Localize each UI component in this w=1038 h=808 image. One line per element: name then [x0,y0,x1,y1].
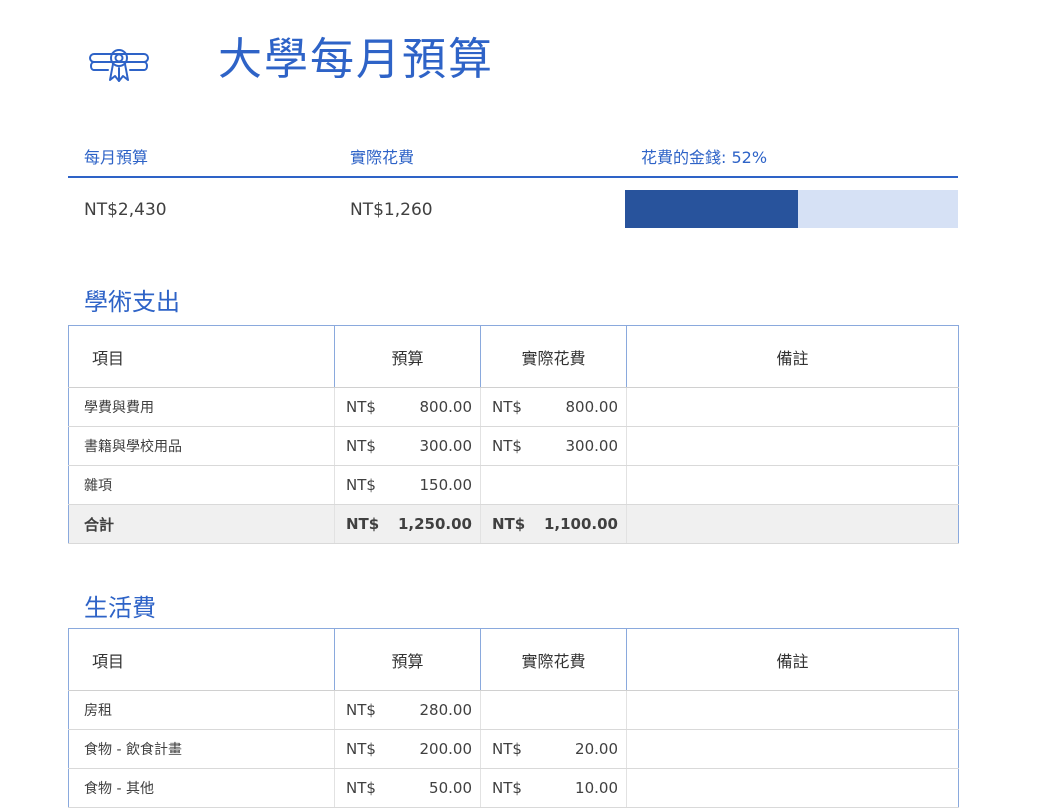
currency-symbol: NT$ [346,437,376,455]
actual-cell[interactable]: NT$ 300.00 [480,426,627,466]
column-header-item[interactable]: 項目 [68,628,335,691]
budget-amount: 800.00 [419,398,473,416]
budget-cell[interactable]: NT$ 50.00 [334,768,481,808]
currency-symbol: NT$ [492,515,526,533]
budget-cell[interactable]: NT$ 280.00 [334,690,481,730]
actual-amount: 800.00 [565,398,619,416]
table-header-row: 項目 預算 實際花費 備註 [68,325,959,388]
budget-amount: 300.00 [419,437,473,455]
currency-symbol: NT$ [492,398,522,416]
budget-amount: 280.00 [419,701,473,719]
spent-progress-fill [625,190,799,228]
actual-cell[interactable] [480,690,627,730]
budget-cell[interactable]: NT$ 150.00 [334,465,481,505]
actual-amount: 300.00 [565,437,619,455]
actual-cell[interactable]: NT$ 800.00 [480,387,627,427]
item-cell[interactable]: 學費與費用 [68,387,335,427]
item-cell[interactable]: 食物 - 飲食計畫 [68,729,335,769]
monthly-budget-value[interactable]: NT$2,430 [84,200,167,220]
item-cell[interactable]: 房租 [68,690,335,730]
budget-total-amount: 1,250.00 [397,515,472,533]
table-row: 食物 - 其他 NT$ 50.00 NT$ 10.00 [68,768,959,808]
currency-symbol: NT$ [492,779,522,797]
spent-percent-label: 花費的金錢: 52% [641,148,768,167]
column-header-notes[interactable]: 備註 [626,628,959,691]
table-row: 房租 NT$ 280.00 [68,690,959,730]
living-table: 項目 預算 實際花費 備註 房租 NT$ 280.00 食物 - 飲食計畫 NT$… [68,628,959,808]
actual-spend-value[interactable]: NT$1,260 [350,200,433,220]
budget-cell[interactable]: NT$ 200.00 [334,729,481,769]
notes-cell[interactable] [626,387,959,427]
actual-amount: 10.00 [575,779,618,797]
spent-progress-bar [625,190,958,228]
actual-cell[interactable]: NT$ 20.00 [480,729,627,769]
budget-amount: 50.00 [429,779,472,797]
notes-cell[interactable] [626,465,959,505]
item-cell[interactable]: 雜項 [68,465,335,505]
table-row: 食物 - 飲食計畫 NT$ 200.00 NT$ 20.00 [68,729,959,769]
currency-symbol: NT$ [492,740,522,758]
budget-cell[interactable]: NT$ 800.00 [334,387,481,427]
monthly-budget-label: 每月預算 [84,148,149,167]
academic-section-title: 學術支出 [84,288,180,316]
table-header-row: 項目 預算 實際花費 備註 [68,628,959,691]
column-header-budget[interactable]: 預算 [334,325,481,388]
academic-table: 項目 預算 實際花費 備註 學費與費用 NT$ 800.00 NT$ 800.00 … [68,325,959,544]
budget-cell[interactable]: NT$ 300.00 [334,426,481,466]
item-cell[interactable]: 書籍與學校用品 [68,426,335,466]
page-title: 大學每月預算 [218,34,494,85]
currency-symbol: NT$ [492,437,522,455]
budget-total-cell[interactable]: NT$ 1,250.00 [334,504,481,544]
notes-cell[interactable] [626,426,959,466]
currency-symbol: NT$ [346,779,376,797]
actual-total-cell[interactable]: NT$ 1,100.00 [480,504,627,544]
notes-cell[interactable] [626,690,959,730]
notes-total-cell[interactable] [626,504,959,544]
actual-spend-label: 實際花費 [350,148,415,167]
column-header-budget[interactable]: 預算 [334,628,481,691]
notes-cell[interactable] [626,729,959,769]
budget-amount: 200.00 [419,740,473,758]
living-section-title: 生活費 [84,594,156,622]
currency-symbol: NT$ [346,740,376,758]
column-header-actual[interactable]: 實際花費 [480,325,627,388]
notes-cell[interactable] [626,768,959,808]
currency-symbol: NT$ [346,515,380,533]
column-header-notes[interactable]: 備註 [626,325,959,388]
total-label-cell[interactable]: 合計 [68,504,335,544]
table-row: 學費與費用 NT$ 800.00 NT$ 800.00 [68,387,959,427]
currency-symbol: NT$ [346,476,376,494]
table-row: 書籍與學校用品 NT$ 300.00 NT$ 300.00 [68,426,959,466]
actual-amount: 20.00 [575,740,618,758]
currency-symbol: NT$ [346,701,376,719]
diploma-icon [88,42,150,84]
item-cell[interactable]: 食物 - 其他 [68,768,335,808]
currency-symbol: NT$ [346,398,376,416]
table-row: 雜項 NT$ 150.00 [68,465,959,505]
total-row: 合計 NT$ 1,250.00 NT$ 1,100.00 [68,504,959,544]
column-header-actual[interactable]: 實際花費 [480,628,627,691]
budget-amount: 150.00 [419,476,473,494]
actual-cell[interactable] [480,465,627,505]
actual-total-amount: 1,100.00 [543,515,618,533]
column-header-item[interactable]: 項目 [68,325,335,388]
actual-cell[interactable]: NT$ 10.00 [480,768,627,808]
summary-divider [68,176,958,178]
